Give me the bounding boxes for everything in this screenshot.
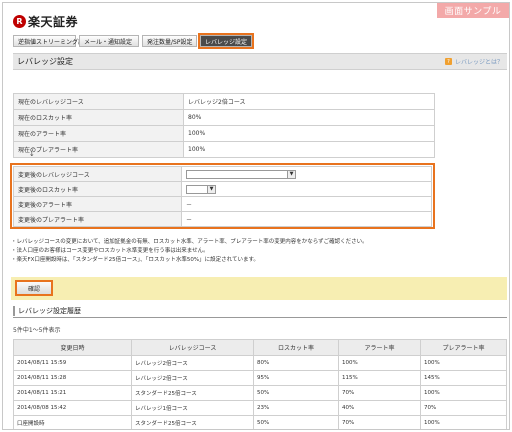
table-header-row: 変更日時 レバレッジコース ロスカット率 アラート率 プレアラート率: [13, 339, 507, 356]
table-cell: 2014/08/11 15:59: [13, 355, 132, 371]
current-course-label: 現在のレバレッジコース: [13, 93, 184, 110]
table-cell: 23%: [253, 400, 339, 416]
settings-tabs: 逆指値ストリーミング設定 メール・通知設定 発注数量/SP設定 レバレッジ設定: [13, 33, 254, 49]
table-row: 変更後のレバレッジコース ▼: [13, 166, 432, 182]
table-cell: 70%: [338, 415, 421, 429]
new-losscut-cell: ▼: [181, 181, 432, 197]
column-header: プレアラート率: [420, 339, 507, 356]
notes: ・レバレッジコースの変更において、追加証拠金の有無、ロスカット水準、アラート率、…: [11, 238, 368, 265]
table-cell: スタンダード25倍コース: [131, 415, 254, 429]
current-settings-table: 現在のレバレッジコース レバレッジ2倍コース 現在のロスカット率 80% 現在の…: [13, 93, 435, 158]
current-prealert-value: 100%: [183, 141, 435, 158]
table-cell: レバレッジ2倍コース: [131, 355, 254, 371]
current-alert-label: 現在のアラート率: [13, 125, 184, 142]
change-settings-table: 変更後のレバレッジコース ▼ 変更後のロスカット率 ▼ 変更後のアラート率 －: [13, 166, 432, 227]
brand-mark: R: [13, 15, 26, 28]
table-cell: 95%: [253, 370, 339, 386]
chevron-down-icon: ▼: [207, 185, 215, 193]
tab-mail[interactable]: メール・通知設定: [79, 35, 139, 47]
table-row: 変更後のアラート率 －: [13, 196, 432, 212]
current-losscut-label: 現在のロスカット率: [13, 109, 184, 126]
confirm-bar: [11, 277, 507, 300]
new-losscut-label: 変更後のロスカット率: [13, 181, 182, 197]
new-course-label: 変更後のレバレッジコース: [13, 166, 182, 182]
table-cell: 80%: [253, 355, 339, 371]
course-select[interactable]: ▼: [186, 169, 296, 179]
question-icon: ?: [444, 58, 452, 65]
column-header: レバレッジコース: [131, 339, 254, 356]
brand-logo[interactable]: R 楽天証券: [13, 13, 78, 30]
tab-order-quantity[interactable]: 発注数量/SP設定: [142, 35, 197, 47]
column-header: ロスカット率: [253, 339, 339, 356]
table-cell: 2014/08/08 15:42: [13, 400, 132, 416]
page-title: レバレッジ設定: [17, 57, 73, 66]
table-cell: 145%: [420, 370, 507, 386]
table-row: 現在のアラート率 100%: [13, 125, 435, 142]
tab-streaming[interactable]: 逆指値ストリーミング設定: [13, 35, 90, 47]
table-cell: 2014/08/11 15:28: [13, 370, 132, 386]
current-prealert-label: 現在のプレアラート率: [13, 141, 184, 158]
table-cell: 口座開設時: [13, 415, 132, 429]
new-course-cell: ▼: [181, 166, 432, 182]
new-alert-value: －: [181, 196, 432, 212]
note-line: ・レバレッジコースの変更において、追加証拠金の有無、ロスカット水準、アラート率、…: [11, 239, 368, 245]
course-select-value: [187, 171, 287, 178]
table-row: 2014/08/11 15:28 レバレッジ2倍コース 95% 115% 145…: [13, 370, 507, 386]
table-row: 2014/08/11 15:21 スタンダード25倍コース 50% 70% 10…: [13, 385, 507, 401]
table-cell: 50%: [253, 385, 339, 401]
current-losscut-value: 80%: [183, 109, 435, 126]
table-row: 2014/08/08 15:42 レバレッジ1倍コース 23% 40% 70%: [13, 400, 507, 416]
table-row: 現在のロスカット率 80%: [13, 109, 435, 126]
table-cell: 50%: [253, 415, 339, 429]
confirm-button[interactable]: 確認: [15, 280, 53, 296]
history-table: 変更日時 レバレッジコース ロスカット率 アラート率 プレアラート率 2014/…: [13, 339, 507, 429]
new-prealert-value: －: [181, 211, 432, 227]
table-cell: レバレッジ1倍コース: [131, 400, 254, 416]
current-alert-value: 100%: [183, 125, 435, 142]
down-arrow-icon: ↓: [29, 150, 35, 158]
column-header: 変更日時: [13, 339, 132, 356]
table-cell: 70%: [420, 400, 507, 416]
table-cell: 115%: [338, 370, 421, 386]
section-header: レバレッジ設定 ? レバレッジとは？: [13, 53, 507, 70]
column-header: アラート率: [338, 339, 421, 356]
table-cell: レバレッジ2倍コース: [131, 370, 254, 386]
note-line: ・楽天FX口座開設時は、「スタンダード25倍コース」、「ロスカット水準50%」に…: [11, 257, 259, 263]
help-link-label: レバレッジとは？: [454, 59, 503, 66]
table-cell: スタンダード25倍コース: [131, 385, 254, 401]
history-title: レバレッジ設定履歴: [13, 304, 507, 318]
table-cell: 2014/08/11 15:21: [13, 385, 132, 401]
table-cell: 100%: [420, 415, 507, 429]
table-row: 口座開設時 スタンダード25倍コース 50% 70% 100%: [13, 415, 507, 429]
table-cell: 100%: [420, 355, 507, 371]
chevron-down-icon: ▼: [287, 170, 295, 178]
table-cell: 40%: [338, 400, 421, 416]
current-course-value: レバレッジ2倍コース: [183, 93, 435, 110]
losscut-select[interactable]: ▼: [186, 184, 216, 194]
losscut-select-value: [187, 186, 207, 193]
table-row: 2014/08/11 15:59 レバレッジ2倍コース 80% 100% 100…: [13, 355, 507, 371]
table-row: 現在のレバレッジコース レバレッジ2倍コース: [13, 93, 435, 110]
table-cell: 70%: [338, 385, 421, 401]
tab-leverage[interactable]: レバレッジ設定: [198, 33, 254, 49]
app-frame: R 楽天証券 画面サンプル 逆指値ストリーミング設定 メール・通知設定 発注数量…: [2, 2, 510, 430]
table-row: 変更後のプレアラート率 －: [13, 211, 432, 227]
new-alert-label: 変更後のアラート率: [13, 196, 182, 212]
help-link[interactable]: ? レバレッジとは？: [444, 57, 507, 66]
table-row: 現在のプレアラート率 100%: [13, 141, 435, 158]
table-cell: 100%: [338, 355, 421, 371]
new-prealert-label: 変更後のプレアラート率: [13, 211, 182, 227]
sample-badge: 画面サンプル: [437, 3, 509, 18]
note-line: ・法人口座のお客様はコース変更やロスカット水準変更を行う事は出来ません。: [11, 248, 209, 254]
table-row: 変更後のロスカット率 ▼: [13, 181, 432, 197]
result-count: 5件中1〜5件表示: [13, 327, 61, 334]
table-cell: 100%: [420, 385, 507, 401]
brand-name: 楽天証券: [28, 15, 79, 29]
